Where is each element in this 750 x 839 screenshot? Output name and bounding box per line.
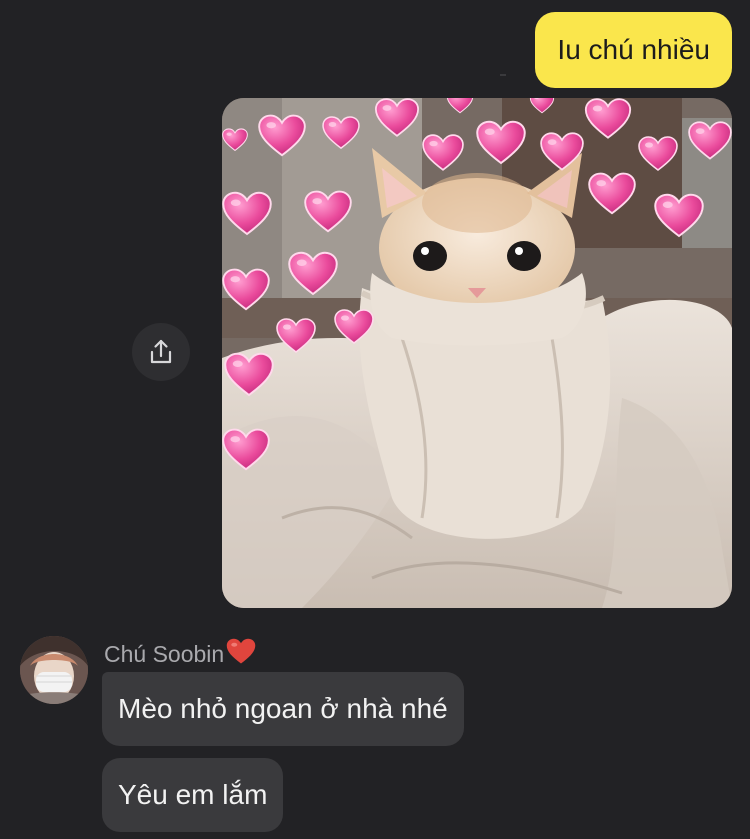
- sender-name: Chú Soobin: [104, 638, 256, 668]
- outgoing-message-text: Iu chú nhiều: [557, 34, 710, 65]
- sender-avatar[interactable]: [20, 636, 88, 704]
- shared-photo[interactable]: [222, 98, 732, 608]
- outgoing-message-bubble[interactable]: Iu chú nhiều: [535, 12, 732, 88]
- incoming-message-bubble[interactable]: Yêu em lắm: [102, 758, 284, 832]
- share-button[interactable]: [132, 323, 190, 381]
- avatar-photo: [20, 636, 88, 704]
- heart-icon: [226, 638, 256, 664]
- sender-name-text: Chú Soobin: [104, 641, 225, 667]
- incoming-message-bubble[interactable]: Mèo nhỏ ngoan ở nhà nhé: [102, 672, 464, 746]
- chat-screen: Iu chú nhiều Chú Soobin Mèo nhỏ ngoan ở …: [0, 0, 750, 839]
- cat-in-blanket-image: [222, 98, 732, 608]
- incoming-message-text: Mèo nhỏ ngoan ở nhà nhé: [118, 693, 448, 724]
- read-indicator: [500, 74, 506, 76]
- incoming-message-text: Yêu em lắm: [118, 779, 268, 810]
- share-icon: [150, 339, 172, 364]
